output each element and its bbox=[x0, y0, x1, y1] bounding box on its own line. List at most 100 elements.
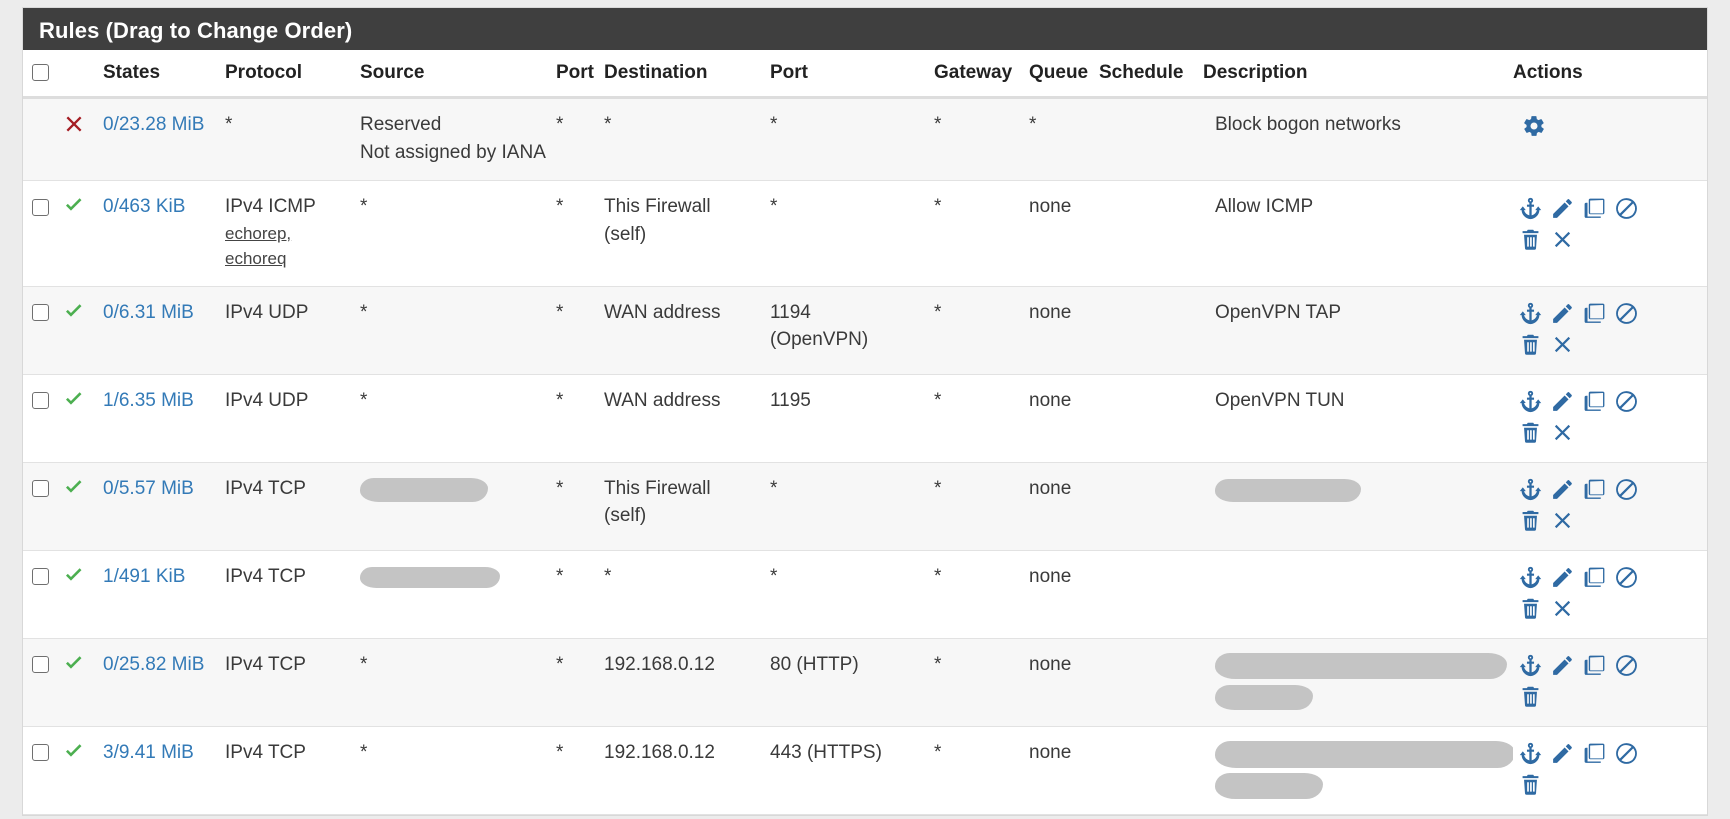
copy-icon[interactable] bbox=[1579, 475, 1609, 505]
edit-pencil-icon[interactable] bbox=[1547, 651, 1577, 681]
states-link[interactable]: 1/491 KiB bbox=[103, 566, 185, 587]
edit-pencil-icon[interactable] bbox=[1547, 739, 1577, 769]
states-link[interactable]: 0/5.57 MiB bbox=[103, 478, 194, 499]
disable-ban-icon[interactable] bbox=[1611, 387, 1641, 417]
edit-pencil-icon[interactable] bbox=[1547, 193, 1577, 223]
select-all-checkbox[interactable] bbox=[32, 64, 49, 82]
table-row[interactable]: 0/5.57 MiB IPv4 TCP * This Firewall (self) * *… bbox=[23, 462, 1707, 551]
anchor-icon[interactable] bbox=[1515, 739, 1545, 769]
disable-ban-icon[interactable] bbox=[1611, 475, 1641, 505]
rule-state-cell[interactable] bbox=[61, 180, 103, 287]
states-cell[interactable]: 0/6.31 MiB bbox=[103, 286, 225, 375]
pass-check-icon[interactable] bbox=[61, 655, 87, 682]
row-select-cell[interactable] bbox=[23, 462, 61, 551]
row-select-checkbox[interactable] bbox=[32, 744, 49, 762]
anchor-icon[interactable] bbox=[1515, 387, 1545, 417]
delete-trash-icon[interactable] bbox=[1515, 770, 1545, 800]
description-cell: OpenVPN TAP bbox=[1203, 286, 1513, 375]
states-cell[interactable]: 0/23.28 MiB bbox=[103, 97, 225, 182]
copy-icon[interactable] bbox=[1579, 563, 1609, 593]
row-select-cell[interactable] bbox=[23, 180, 61, 287]
states-cell[interactable]: 0/25.82 MiB bbox=[103, 638, 225, 727]
block-x-icon[interactable] bbox=[61, 116, 87, 142]
remove-x-icon[interactable] bbox=[1547, 224, 1577, 254]
row-select-cell[interactable] bbox=[23, 550, 61, 639]
source-port-value: * bbox=[556, 301, 564, 323]
states-cell[interactable]: 1/6.35 MiB bbox=[103, 374, 225, 463]
edit-pencil-icon[interactable] bbox=[1547, 563, 1577, 593]
table-row[interactable]: 3/9.41 MiB IPv4 TCP * * 192.168.0.12 443 (HTT… bbox=[23, 726, 1707, 815]
remove-x-icon[interactable] bbox=[1547, 330, 1577, 360]
disable-ban-icon[interactable] bbox=[1611, 651, 1641, 681]
row-select-checkbox[interactable] bbox=[32, 656, 49, 674]
pass-check-icon[interactable] bbox=[61, 479, 87, 506]
rule-state-cell[interactable] bbox=[61, 97, 103, 182]
pass-check-icon[interactable] bbox=[61, 567, 87, 594]
row-select-cell[interactable] bbox=[23, 286, 61, 375]
pass-check-icon[interactable] bbox=[61, 391, 87, 418]
row-select-checkbox[interactable] bbox=[32, 198, 49, 216]
copy-icon[interactable] bbox=[1579, 739, 1609, 769]
states-link[interactable]: 0/6.31 MiB bbox=[103, 302, 194, 323]
anchor-icon[interactable] bbox=[1515, 193, 1545, 223]
row-select-checkbox[interactable] bbox=[32, 304, 49, 322]
copy-icon[interactable] bbox=[1579, 193, 1609, 223]
delete-trash-icon[interactable] bbox=[1515, 330, 1545, 360]
states-cell[interactable]: 0/463 KiB bbox=[103, 180, 225, 287]
row-select-cell[interactable] bbox=[23, 638, 61, 727]
rule-state-cell[interactable] bbox=[61, 374, 103, 463]
rule-state-cell[interactable] bbox=[61, 462, 103, 551]
delete-trash-icon[interactable] bbox=[1515, 418, 1545, 448]
states-cell[interactable]: 1/491 KiB bbox=[103, 550, 225, 639]
copy-icon[interactable] bbox=[1579, 387, 1609, 417]
pass-check-icon[interactable] bbox=[61, 743, 87, 770]
table-row[interactable]: 0/23.28 MiB * Reserved Not assigned by IANA… bbox=[23, 97, 1707, 182]
disable-ban-icon[interactable] bbox=[1611, 739, 1641, 769]
copy-icon[interactable] bbox=[1579, 651, 1609, 681]
gear-icon[interactable] bbox=[1519, 111, 1549, 141]
table-row[interactable]: 0/463 KiB IPv4 ICMP echorep, echoreq * * This … bbox=[23, 180, 1707, 287]
table-row[interactable]: 0/25.82 MiB IPv4 TCP * * 192.168.0.12 80 (HTT… bbox=[23, 638, 1707, 727]
edit-pencil-icon[interactable] bbox=[1547, 387, 1577, 417]
states-link[interactable]: 1/6.35 MiB bbox=[103, 390, 194, 411]
states-link[interactable]: 0/463 KiB bbox=[103, 196, 185, 217]
table-row[interactable]: 1/6.35 MiB IPv4 UDP * * WAN address 1195 * none… bbox=[23, 374, 1707, 463]
disable-ban-icon[interactable] bbox=[1611, 299, 1641, 329]
delete-trash-icon[interactable] bbox=[1515, 594, 1545, 624]
anchor-icon[interactable] bbox=[1515, 475, 1545, 505]
row-select-checkbox[interactable] bbox=[32, 480, 49, 498]
disable-ban-icon[interactable] bbox=[1611, 563, 1641, 593]
table-row[interactable]: 1/491 KiB IPv4 TCP * * * * none bbox=[23, 550, 1707, 639]
remove-x-icon[interactable] bbox=[1547, 418, 1577, 448]
row-select-cell[interactable] bbox=[23, 726, 61, 815]
disable-ban-icon[interactable] bbox=[1611, 193, 1641, 223]
protocol-subtype-link[interactable]: echoreq bbox=[225, 246, 360, 272]
anchor-icon[interactable] bbox=[1515, 563, 1545, 593]
edit-pencil-icon[interactable] bbox=[1547, 475, 1577, 505]
pass-check-icon[interactable] bbox=[61, 198, 87, 224]
states-cell[interactable]: 3/9.41 MiB bbox=[103, 726, 225, 815]
remove-x-icon[interactable] bbox=[1547, 506, 1577, 536]
delete-trash-icon[interactable] bbox=[1515, 506, 1545, 536]
anchor-icon[interactable] bbox=[1515, 651, 1545, 681]
protocol-subtype-link[interactable]: echorep, bbox=[225, 221, 360, 247]
delete-trash-icon[interactable] bbox=[1515, 682, 1545, 712]
states-link[interactable]: 0/25.82 MiB bbox=[103, 654, 204, 675]
rule-state-cell[interactable] bbox=[61, 286, 103, 375]
row-select-checkbox[interactable] bbox=[32, 568, 49, 586]
states-link[interactable]: 3/9.41 MiB bbox=[103, 742, 194, 763]
anchor-icon[interactable] bbox=[1515, 299, 1545, 329]
row-select-checkbox[interactable] bbox=[32, 392, 49, 410]
delete-trash-icon[interactable] bbox=[1515, 224, 1545, 254]
rule-state-cell[interactable] bbox=[61, 638, 103, 727]
states-link[interactable]: 0/23.28 MiB bbox=[103, 114, 204, 135]
rule-state-cell[interactable] bbox=[61, 550, 103, 639]
pass-check-icon[interactable] bbox=[61, 303, 87, 330]
row-select-cell[interactable] bbox=[23, 374, 61, 463]
copy-icon[interactable] bbox=[1579, 299, 1609, 329]
edit-pencil-icon[interactable] bbox=[1547, 299, 1577, 329]
remove-x-icon[interactable] bbox=[1547, 594, 1577, 624]
states-cell[interactable]: 0/5.57 MiB bbox=[103, 462, 225, 551]
table-row[interactable]: 0/6.31 MiB IPv4 UDP * * WAN address 1194 (Open… bbox=[23, 286, 1707, 375]
rule-state-cell[interactable] bbox=[61, 726, 103, 815]
